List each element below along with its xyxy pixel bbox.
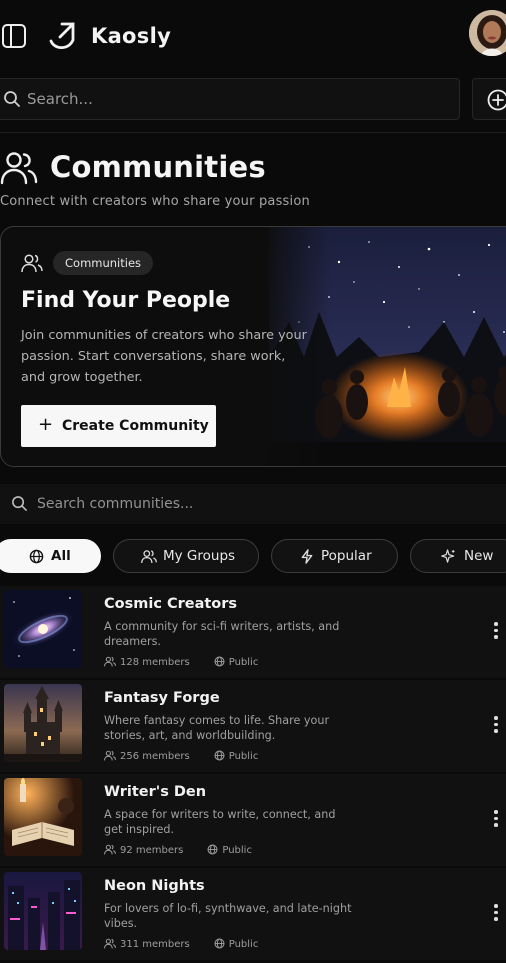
users-icon bbox=[104, 656, 116, 667]
filter-popular-label: Popular bbox=[321, 548, 372, 564]
search-icon bbox=[4, 91, 20, 107]
community-meta: 128 members Public bbox=[104, 656, 258, 668]
filter-all-label: All bbox=[51, 548, 71, 564]
hero-card: Communities Find Your People Join commun… bbox=[0, 226, 506, 467]
users-icon bbox=[104, 750, 116, 761]
community-row[interactable]: Fantasy Forge Where fantasy comes to lif… bbox=[0, 680, 506, 772]
more-options-icon[interactable] bbox=[490, 904, 502, 926]
plus-icon: + bbox=[38, 414, 54, 435]
add-button[interactable] bbox=[472, 78, 506, 120]
community-name[interactable]: Neon Nights bbox=[104, 878, 205, 894]
community-search-input[interactable] bbox=[37, 484, 477, 524]
brand-name[interactable]: Kaosly bbox=[91, 24, 171, 48]
visibility-label: Public bbox=[228, 939, 259, 950]
filter-my-groups-label: My Groups bbox=[163, 548, 236, 564]
community-name[interactable]: Fantasy Forge bbox=[104, 690, 220, 706]
community-name[interactable]: Cosmic Creators bbox=[104, 596, 237, 612]
book-candle-image bbox=[4, 778, 82, 856]
avatar[interactable] bbox=[469, 10, 506, 56]
app-header: Kaosly bbox=[0, 0, 506, 72]
neon-city-image bbox=[4, 872, 82, 950]
visibility-label: Public bbox=[228, 751, 259, 762]
more-options-icon[interactable] bbox=[490, 622, 502, 644]
lightning-icon bbox=[301, 549, 313, 564]
community-meta: 311 members Public bbox=[104, 938, 258, 950]
globe-icon bbox=[29, 549, 44, 564]
community-name[interactable]: Writer's Den bbox=[104, 784, 206, 800]
member-count: 128 members bbox=[120, 657, 190, 668]
community-meta: 92 members Public bbox=[104, 844, 252, 856]
more-options-icon[interactable] bbox=[490, 716, 502, 738]
filter-new[interactable]: New bbox=[410, 539, 506, 573]
galaxy-image bbox=[4, 590, 82, 668]
community-search-box[interactable] bbox=[0, 484, 506, 524]
community-description: For lovers of lo-fi, synthwave, and late… bbox=[104, 902, 352, 930]
users-icon bbox=[141, 550, 157, 564]
globe-icon bbox=[207, 844, 218, 855]
globe-icon bbox=[214, 656, 225, 667]
divider bbox=[0, 132, 506, 133]
globe-icon bbox=[214, 938, 225, 949]
member-count: 256 members bbox=[120, 751, 190, 762]
users-icon bbox=[21, 254, 43, 273]
castle-image bbox=[4, 684, 82, 762]
member-count: 311 members bbox=[120, 939, 190, 950]
sidebar-toggle-icon[interactable] bbox=[2, 24, 26, 48]
community-description: A community for sci-fi writers, artists,… bbox=[104, 620, 340, 648]
filter-my-groups[interactable]: My Groups bbox=[113, 539, 259, 573]
hero-title: Find Your People bbox=[21, 288, 231, 313]
community-description: A space for writers to write, connect, a… bbox=[104, 808, 336, 836]
users-icon bbox=[0, 152, 38, 185]
globe-icon bbox=[214, 750, 225, 761]
search-icon bbox=[12, 496, 27, 511]
page-subtitle: Connect with creators who share your pas… bbox=[0, 194, 310, 209]
users-icon bbox=[104, 938, 116, 949]
top-search-row bbox=[0, 78, 506, 120]
page-title: Communities bbox=[50, 150, 266, 184]
community-row[interactable]: Cosmic Creators A community for sci-fi w… bbox=[0, 586, 506, 678]
visibility-label: Public bbox=[222, 845, 252, 856]
sparkle-icon bbox=[441, 549, 455, 563]
community-description: Where fantasy comes to life. Share your … bbox=[104, 714, 330, 742]
member-count: 92 members bbox=[120, 845, 184, 856]
search-input[interactable] bbox=[27, 79, 447, 119]
logo-icon bbox=[49, 22, 75, 50]
visibility-label: Public bbox=[228, 657, 259, 668]
filter-popular[interactable]: Popular bbox=[271, 539, 398, 573]
hero-badge: Communities bbox=[53, 251, 154, 275]
filter-pills: All My Groups Popular New bbox=[0, 539, 506, 573]
hero-text: Join communities of creators who share y… bbox=[21, 328, 307, 385]
create-community-label: Create Community bbox=[62, 418, 209, 434]
filter-new-label: New bbox=[464, 548, 494, 564]
filter-all[interactable]: All bbox=[0, 539, 101, 573]
create-community-button[interactable]: + Create Community bbox=[21, 405, 216, 447]
plus-circle-icon bbox=[487, 89, 506, 111]
more-options-icon[interactable] bbox=[490, 810, 502, 832]
search-box[interactable] bbox=[0, 78, 460, 120]
community-row[interactable]: Neon Nights For lovers of lo-fi, synthwa… bbox=[0, 868, 506, 960]
community-row[interactable]: Writer's Den A space for writers to writ… bbox=[0, 774, 506, 866]
users-icon bbox=[104, 844, 116, 855]
community-meta: 256 members Public bbox=[104, 750, 258, 762]
